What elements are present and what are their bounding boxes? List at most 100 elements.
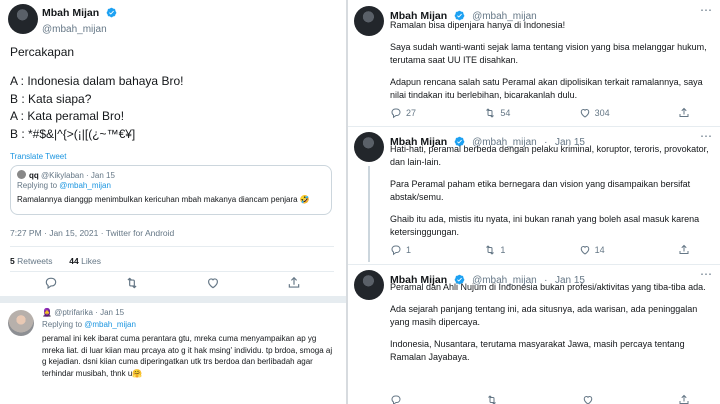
like-icon — [579, 107, 591, 119]
divider — [10, 246, 334, 247]
share-icon — [678, 394, 690, 404]
author-avatar[interactable] — [354, 270, 384, 300]
conversation-line: A : Indonesia dalam bahaya Bro! — [10, 74, 184, 89]
author-avatar[interactable] — [354, 6, 384, 36]
like-button[interactable]: 304 — [579, 107, 610, 119]
tweet-text: Hati-hati, peramal berbeda dengan pelaku… — [390, 143, 714, 248]
thread-tweet[interactable]: Mbah Mijan @mbah_mijan · Jan 15 ⋯ Hati-h… — [348, 130, 720, 264]
like-button[interactable]: 14 — [579, 244, 605, 256]
main-tweet-author[interactable]: Mbah Mijan @mbah_mijan — [42, 3, 117, 35]
author-avatar[interactable] — [354, 132, 384, 162]
quoted-name: qq — [29, 171, 39, 180]
tweet-paragraph: Hati-hati, peramal berbeda dengan pelaku… — [390, 144, 709, 168]
section-separator — [0, 296, 348, 303]
share-icon — [678, 107, 690, 119]
reply-avatar[interactable] — [8, 310, 34, 336]
retweet-icon[interactable] — [125, 276, 139, 290]
conversation-line: A : Kata peramal Bro! — [10, 109, 125, 124]
like-icon — [582, 394, 594, 404]
reply-count: 27 — [406, 108, 417, 118]
reply-button[interactable]: 27 — [390, 107, 416, 119]
thread-panel: Mbah Mijan @mbah_mijan ⋯ Ramalan bisa di… — [346, 0, 720, 404]
retweet-count: 54 — [500, 108, 511, 118]
reply-count: 1 — [406, 245, 412, 255]
like-count: 304 — [594, 108, 610, 118]
divider — [10, 271, 334, 272]
author-avatar[interactable] — [8, 4, 38, 34]
reply-header: 🧕 @ptrifarika · Jan 15 — [42, 308, 124, 317]
more-icon[interactable]: ⋯ — [700, 130, 712, 142]
retweet-count: 1 — [500, 245, 506, 255]
author-handle[interactable]: @mbah_mijan — [42, 24, 117, 35]
like-button[interactable] — [582, 394, 594, 404]
retweet-button[interactable]: 1 — [484, 244, 505, 256]
quoted-tweet-text: Ramalannya dianggp menimbulkan kericuhan… — [17, 195, 310, 204]
divider — [348, 264, 720, 265]
conversation-line: B : *#$&|^{>(¡|[(¿~™€¥] — [10, 126, 136, 141]
more-icon[interactable]: ⋯ — [700, 4, 712, 16]
conversation-title: Percakapan — [10, 45, 75, 59]
tweet-text: Peramal dan Ahli Nujum di Indonesia buka… — [390, 281, 714, 373]
tweet-paragraph: Peramal dan Ahli Nujum di Indonesia buka… — [390, 282, 706, 292]
thread-tweet[interactable]: Mbah Mijan @mbah_mijan ⋯ Ramalan bisa di… — [348, 4, 720, 126]
more-icon[interactable]: ⋯ — [700, 268, 712, 280]
verified-badge-icon — [106, 7, 117, 18]
tweet-paragraph: Saya sudah wanti-wanti sejak lama tentan… — [390, 42, 707, 66]
main-tweet-actions — [10, 276, 334, 290]
reply-replying-to: Replying to @mbah_mijan — [42, 320, 136, 329]
tweet-actions: 1 1 14 — [390, 244, 690, 256]
reply-icon[interactable] — [44, 276, 58, 290]
tweet-paragraph: Para Peramal paham etika bernegara dan v… — [390, 179, 691, 203]
like-icon[interactable] — [206, 276, 220, 290]
quoted-tweet-header: qq @Kikylaban · Jan 15 — [17, 170, 115, 180]
replying-to-link[interactable]: @mbah_mijan — [84, 320, 136, 329]
tweet-actions — [390, 394, 690, 404]
retweet-icon — [484, 107, 496, 119]
share-icon — [678, 244, 690, 256]
quoted-handle-date: @Kikylaban · Jan 15 — [41, 171, 115, 180]
share-button[interactable] — [678, 244, 690, 256]
reply-tweet[interactable]: 🧕 @ptrifarika · Jan 15 Replying to @mbah… — [0, 306, 348, 404]
conversation-line: B : Kata siapa? — [10, 91, 92, 106]
quoted-replying-to: Replying to @mbah_mijan — [17, 181, 111, 190]
thread-connector — [368, 166, 370, 262]
tweet-paragraph: Adapun rencana salah satu Peramal akan d… — [390, 77, 703, 101]
share-button[interactable] — [678, 394, 690, 404]
like-icon — [579, 244, 591, 256]
tweet-paragraph: Ghaib itu ada, mistis itu nyata, ini buk… — [390, 214, 700, 238]
replying-to-link[interactable]: @mbah_mijan — [59, 181, 111, 190]
thread-tweet[interactable]: Mbah Mijan @mbah_mijan · Jan 15 ⋯ Perama… — [348, 268, 720, 404]
author-name[interactable]: Mbah Mijan — [42, 7, 99, 19]
reply-button[interactable] — [390, 394, 402, 404]
like-count[interactable]: 44 — [69, 256, 78, 266]
likes-label[interactable]: Likes — [81, 256, 101, 266]
share-button[interactable] — [678, 107, 690, 119]
reply-button[interactable]: 1 — [390, 244, 411, 256]
retweet-count[interactable]: 5 — [10, 256, 15, 266]
tweet-paragraph: Ramalan bisa dipenjara hanya di Indonesi… — [390, 20, 566, 30]
translate-tweet-link[interactable]: Translate Tweet — [10, 152, 66, 161]
tweet-stats: 5 Retweets 44 Likes — [10, 256, 101, 266]
retweet-button[interactable] — [486, 394, 498, 404]
tweet-text: Percakapan A : Indonesia dalam bahaya Br… — [10, 44, 340, 143]
tweet-paragraph: Ada sejarah panjang tentang ini, ada sit… — [390, 304, 698, 328]
reply-name[interactable]: 🧕 — [42, 308, 52, 317]
tweet-text: Ramalan bisa dipenjara hanya di Indonesi… — [390, 19, 714, 111]
quoted-avatar — [17, 170, 26, 179]
retweets-label[interactable]: Retweets — [17, 256, 52, 266]
reply-icon — [390, 244, 402, 256]
tweet-paragraph: Indonesia, Nusantara, terutama masyaraka… — [390, 339, 685, 363]
divider — [348, 126, 720, 127]
tweet-actions: 27 54 304 — [390, 107, 690, 119]
main-tweet-panel: Mbah Mijan @mbah_mijan Percakapan A : In… — [0, 0, 348, 404]
quoted-tweet[interactable]: qq @Kikylaban · Jan 15 Replying to @mbah… — [10, 165, 332, 215]
reply-text: peramal ini kek ibarat cuma perantara gt… — [42, 334, 333, 378]
retweet-button[interactable]: 54 — [484, 107, 510, 119]
reply-icon — [390, 394, 402, 404]
retweet-icon — [484, 244, 496, 256]
share-icon[interactable] — [287, 276, 301, 290]
reply-icon — [390, 107, 402, 119]
like-count: 14 — [594, 245, 605, 255]
reply-handle-date[interactable]: @ptrifarika · Jan 15 — [54, 308, 124, 317]
tweet-timestamp[interactable]: 7:27 PM · Jan 15, 2021 · Twitter for And… — [10, 228, 174, 238]
